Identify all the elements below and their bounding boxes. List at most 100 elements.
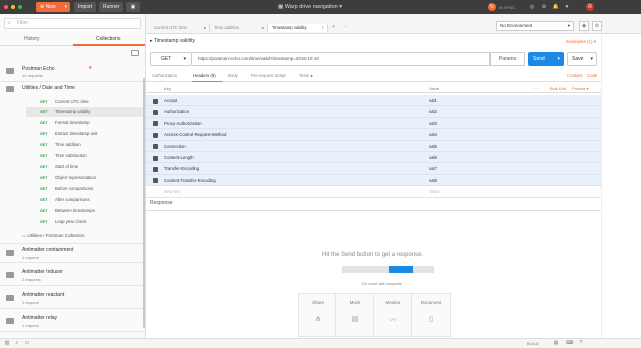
collection-date-time[interactable]: Utilities / Date and Time — [0, 82, 145, 96]
monitor-action[interactable]: Monitor 〰 — [373, 293, 413, 337]
minimize-window-icon[interactable] — [11, 5, 15, 9]
sidebar-scrollbar[interactable] — [143, 78, 145, 328]
tab-collections[interactable]: Collections — [96, 36, 120, 42]
mock-action[interactable]: Mock ▤ — [335, 293, 375, 337]
row-checkbox[interactable] — [153, 132, 158, 138]
tab-current-utc-time[interactable]: Current UTC time ● — [150, 24, 210, 32]
url-input[interactable]: https://postman-echo.com/time/valid?time… — [192, 52, 490, 66]
notifications-icon[interactable]: 🔔 — [552, 3, 560, 11]
new-header-row[interactable]: New key Value — [146, 186, 601, 198]
close-icon[interactable]: × — [322, 24, 324, 32]
header-key[interactable]: Connection — [164, 141, 186, 152]
collection-antimatter-relay[interactable]: Antimatter relay 1 request — [0, 312, 145, 332]
header-value[interactable]: val8 — [429, 175, 437, 186]
sync-icon[interactable]: ↻ — [488, 3, 496, 11]
collection-postman-echo[interactable]: Postman Echo ★ 14 requests — [0, 63, 145, 82]
send-button[interactable]: Send ▾ — [528, 52, 564, 66]
collection-antimatter-inducer[interactable]: Antimatter Inducer 2 requests — [0, 266, 145, 286]
new-key-input[interactable]: New key — [164, 186, 180, 197]
request-item[interactable]: GET After comparisons — [26, 195, 144, 205]
share-action[interactable]: Share ⋔ — [298, 293, 338, 337]
maximize-window-icon[interactable] — [18, 5, 22, 9]
table-row[interactable]: Proxy-Authorization val3 — [146, 117, 601, 130]
request-title[interactable]: ▸ Timestamp validity — [150, 38, 195, 44]
help-icon[interactable]: ? — [578, 340, 584, 346]
table-row[interactable]: Accept val1 — [146, 95, 601, 107]
row-checkbox[interactable] — [153, 144, 158, 150]
new-collection-icon[interactable] — [131, 50, 139, 56]
row-checkbox[interactable] — [153, 109, 158, 115]
table-row[interactable]: Connection val5 — [146, 140, 601, 152]
table-row[interactable]: Content-Length val6 — [146, 152, 601, 164]
row-checkbox[interactable] — [153, 155, 158, 161]
layout-icon[interactable]: ▤ — [553, 340, 559, 346]
header-key[interactable]: Transfer-Encoding — [164, 163, 199, 174]
add-tab-icon[interactable]: + — [332, 24, 335, 30]
tab-prerequest-script[interactable]: Pre-request Script — [251, 73, 286, 78]
tab-timestamp-validity[interactable]: Timestamp validity × — [268, 24, 328, 32]
subfolder-row[interactable]: ▭ Utilities / Postman Collection — [22, 233, 85, 239]
header-key[interactable]: Accept — [164, 95, 177, 106]
header-value[interactable]: val3 — [429, 118, 437, 129]
bulk-edit-link[interactable]: Bulk Edit — [550, 84, 566, 93]
header-value[interactable]: val4 — [429, 129, 437, 140]
sidebar-toggle-icon[interactable]: ▥ — [4, 340, 10, 346]
cookies-link[interactable]: Cookies — [567, 73, 583, 78]
method-select[interactable]: GET ▾ — [150, 52, 192, 66]
header-key[interactable]: Proxy-Authorization — [164, 118, 202, 129]
row-checkbox[interactable] — [153, 121, 158, 127]
header-value[interactable]: val6 — [429, 152, 437, 163]
tab-authorization[interactable]: Authorization — [152, 73, 177, 78]
environment-select[interactable]: No Environment ▾ — [496, 21, 574, 31]
console-icon[interactable]: ▭ — [24, 340, 30, 346]
request-item[interactable]: GET Between timestamps — [26, 206, 144, 216]
chevron-down-icon[interactable]: ▾ — [590, 53, 593, 65]
import-button[interactable]: Import — [74, 2, 96, 12]
table-row[interactable]: Authorization val2 — [146, 106, 601, 118]
settings-icon[interactable]: ⚙ — [540, 3, 548, 11]
chevron-down-icon[interactable]: ▾ — [557, 52, 560, 66]
more-icon[interactable]: ··· — [342, 24, 347, 30]
save-button[interactable]: Save ▾ — [567, 52, 597, 66]
request-item-active[interactable]: GET Timestamp validity — [26, 107, 144, 117]
keyboard-icon[interactable]: ⌨ — [566, 340, 573, 346]
presets-dropdown[interactable]: Presets ▾ — [572, 84, 589, 93]
heart-icon[interactable]: ♥ — [563, 3, 571, 11]
new-value-input[interactable]: Value — [429, 186, 440, 197]
search-icon[interactable]: ⌕ — [14, 340, 20, 346]
header-key[interactable]: Authorization — [164, 106, 189, 117]
request-item[interactable]: GET Current UTC time — [26, 97, 144, 107]
header-key[interactable]: Content-Transfer-Encoding — [164, 175, 216, 186]
params-button[interactable]: Params — [490, 52, 525, 66]
collection-antimatter-containment[interactable]: Antimatter containment 1 request — [0, 243, 145, 263]
table-row[interactable]: Content-Transfer-Encoding val8 — [146, 174, 601, 187]
close-window-icon[interactable] — [4, 5, 8, 9]
runner-button[interactable]: Runner — [99, 2, 123, 12]
header-value[interactable]: val7 — [429, 163, 437, 174]
tab-tests[interactable]: Tests ● — [299, 73, 313, 78]
build-label[interactable]: BUILD — [527, 341, 539, 346]
request-item[interactable]: GET Leap year check — [26, 217, 144, 227]
capture-icon[interactable]: ◎ — [528, 3, 536, 11]
row-checkbox[interactable] — [153, 166, 158, 172]
star-icon[interactable]: ★ — [88, 65, 92, 71]
header-value[interactable]: val2 — [429, 106, 437, 117]
header-value[interactable]: val5 — [429, 141, 437, 152]
request-item[interactable]: GET Time subtraction — [26, 151, 144, 161]
filter-input[interactable]: ⌕ Filter — [4, 18, 141, 29]
row-checkbox[interactable] — [153, 178, 158, 184]
tab-time-addition[interactable]: Time addition ● — [210, 24, 268, 32]
new-button[interactable]: ⊕ New ▾ — [36, 2, 70, 12]
examples-dropdown[interactable]: Examples (1) ▾ — [566, 39, 596, 45]
header-value[interactable]: val1 — [429, 95, 437, 106]
eye-icon[interactable]: ◉ — [579, 21, 589, 31]
tab-body[interactable]: Body — [228, 73, 238, 78]
code-link[interactable]: Code — [587, 73, 597, 78]
header-key[interactable]: Content-Length — [164, 152, 194, 163]
request-item[interactable]: GET Start of time — [26, 162, 144, 172]
request-item[interactable]: GET Object representation — [26, 173, 144, 183]
collection-antimatter-reactant[interactable]: Antimatter reactant 1 request — [0, 289, 145, 309]
new-window-button[interactable]: ▣ — [126, 2, 140, 12]
request-item[interactable]: GET Before comparisons — [26, 184, 144, 194]
gear-icon[interactable]: ⚙ — [592, 21, 602, 31]
